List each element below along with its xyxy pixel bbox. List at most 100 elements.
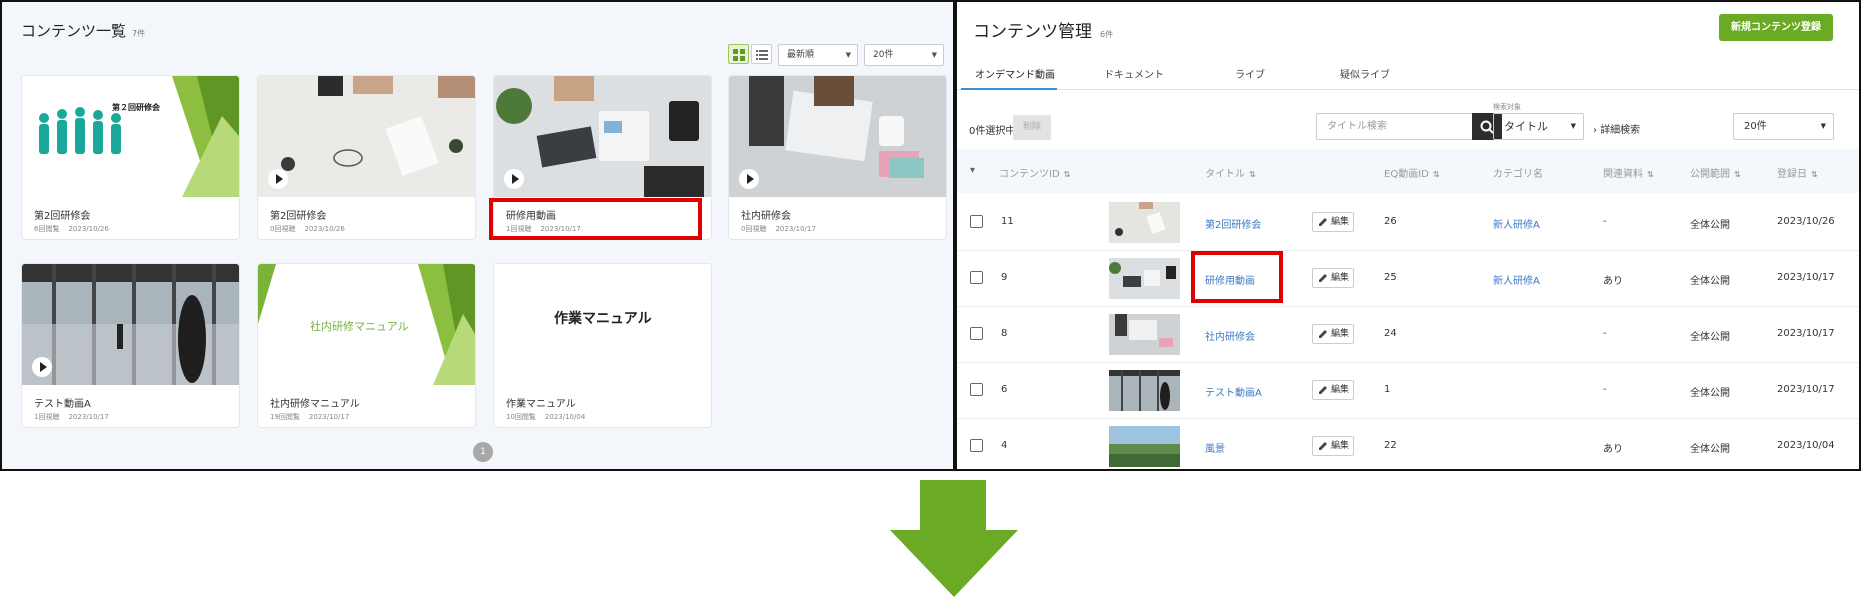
card-meta: 1回視聴 2023/10/17 (34, 412, 118, 422)
cell-related: - (1603, 328, 1607, 339)
column-header-title[interactable]: タイトル ⇅ (1205, 165, 1256, 180)
cell-category-link[interactable]: 新人研修A (1493, 272, 1540, 287)
chevron-down-icon: ▼ (931, 51, 937, 59)
card-date: 2023/10/17 (775, 225, 816, 233)
sort-icon: ⇅ (1063, 170, 1071, 179)
delete-button[interactable]: 削除 (1013, 115, 1051, 140)
content-card[interactable]: テスト動画A 1回視聴 2023/10/17 (22, 264, 239, 427)
cell-content-id: 4 (1001, 440, 1008, 451)
play-icon (739, 169, 759, 189)
content-card[interactable]: 作業マニュアル 作業マニュアル 10回閲覧 2023/10/04 (494, 264, 711, 427)
edit-button[interactable]: 編集 (1312, 380, 1354, 400)
search-icon (1480, 120, 1494, 134)
tab-document[interactable]: ドキュメント (1104, 66, 1164, 81)
column-label: カテゴリ名 (1493, 169, 1543, 180)
advanced-search-link[interactable]: › 詳細検索 (1593, 121, 1640, 136)
down-arrow-icon (890, 480, 1018, 597)
row-checkbox[interactable] (970, 327, 983, 340)
search-target-value: タイトル (1504, 120, 1548, 133)
table-header: ▾ コンテンツID ⇅ タイトル ⇅ EQ動画ID ⇅ カテゴリ名 関連資料 ⇅ 公開範… (957, 149, 1859, 193)
content-card[interactable]: 社内研修マニュアル 社内研修マニュアル 19回閲覧 2023/10/17 (258, 264, 475, 427)
thumbnail-text: 作業マニュアル (554, 311, 652, 327)
cell-scope: 全体公開 (1690, 444, 1730, 455)
cell-related: あり (1603, 444, 1623, 455)
column-header-eq-id[interactable]: EQ動画ID ⇅ (1384, 165, 1440, 180)
search-target-select[interactable]: タイトル ▼ (1493, 113, 1584, 140)
per-page-select[interactable]: 20件 ▼ (1733, 113, 1834, 140)
table-row: 11 第2回研修会 編集 26 新人研修A - 全体公開 2023/10/26 (957, 195, 1859, 251)
card-views: 0回視聴 (270, 225, 296, 233)
pencil-icon (1319, 274, 1327, 282)
cell-date: 2023/10/26 (1777, 216, 1835, 227)
content-count: 6件 (1100, 30, 1114, 39)
column-header-related[interactable]: 関連資料 ⇅ (1603, 165, 1654, 180)
list-icon (756, 50, 768, 60)
tab-bar: オンデマンド動画 ドキュメント ライブ 疑似ライブ (957, 58, 1859, 90)
pencil-icon (1319, 442, 1327, 450)
table-row: 8 社内研修会 編集 24 - 全体公開 2023/10/17 (957, 307, 1859, 363)
column-label: 公開範囲 (1690, 169, 1730, 180)
sort-icon: ⇅ (1734, 170, 1741, 179)
video-thumbnail-image (22, 264, 239, 385)
edit-label: 編集 (1331, 385, 1350, 395)
edit-button[interactable]: 編集 (1312, 324, 1354, 344)
sort-icon: ⇅ (1811, 170, 1818, 179)
thumbnail-text: 第２回研修会 (112, 103, 160, 112)
video-thumbnail-image (258, 76, 475, 197)
content-card[interactable]: 第2回研修会 0回視聴 2023/10/26 (258, 76, 475, 239)
new-content-button[interactable]: 新規コンテンツ登録 (1719, 14, 1833, 41)
cell-title-link[interactable]: 風景 (1205, 440, 1225, 455)
edit-button[interactable]: 編集 (1312, 212, 1354, 232)
column-label: 関連資料 (1603, 169, 1643, 180)
row-checkbox[interactable] (970, 215, 983, 228)
row-checkbox[interactable] (970, 439, 983, 452)
card-thumbnail: 作業マニュアル (494, 264, 711, 385)
content-card[interactable]: 社内研修会 0回視聴 2023/10/17 (729, 76, 946, 239)
page-title: コンテンツ管理 6件 (973, 17, 1113, 42)
row-thumbnail (1109, 202, 1180, 243)
edit-button[interactable]: 編集 (1312, 436, 1354, 456)
cell-scope: 全体公開 (1690, 332, 1730, 343)
cell-related: - (1603, 384, 1607, 395)
tab-on-demand-video[interactable]: オンデマンド動画 (975, 66, 1055, 81)
title-search-input[interactable]: タイトル検索 (1316, 113, 1472, 140)
advanced-search-label: 詳細検索 (1600, 125, 1641, 136)
content-list-panel: コンテンツ一覧 7件 最新順 ▼ 20件 ▼ 第２回研修会 第2回研修会 6回閲… (0, 0, 955, 471)
card-views: 0回視聴 (741, 225, 767, 233)
card-date: 2023/10/26 (68, 225, 109, 233)
tab-pseudo-live[interactable]: 疑似ライブ (1340, 66, 1390, 81)
play-icon (504, 169, 524, 189)
per-page-select[interactable]: 20件 ▼ (864, 44, 944, 66)
cell-scope: 全体公開 (1690, 388, 1730, 399)
expand-all-icon[interactable]: ▾ (970, 165, 975, 176)
pencil-icon (1319, 386, 1327, 394)
card-thumbnail (258, 76, 475, 197)
content-card[interactable]: 第２回研修会 第2回研修会 6回閲覧 2023/10/26 (22, 76, 239, 239)
play-icon (268, 169, 288, 189)
content-count: 7件 (132, 29, 146, 38)
grid-view-button[interactable] (728, 44, 749, 64)
card-thumbnail: 第２回研修会 (22, 76, 239, 197)
cell-eq-id: 25 (1384, 272, 1397, 283)
column-header-scope[interactable]: 公開範囲 ⇅ (1690, 165, 1741, 180)
cell-category-link[interactable]: 新人研修A (1493, 216, 1540, 231)
column-label: コンテンツID (999, 169, 1060, 180)
row-checkbox[interactable] (970, 383, 983, 396)
tab-live[interactable]: ライブ (1235, 66, 1265, 81)
card-title: 第2回研修会 (34, 211, 91, 222)
cell-title-link[interactable]: テスト動画A (1205, 384, 1262, 399)
row-checkbox[interactable] (970, 271, 983, 284)
column-header-category: カテゴリ名 (1493, 165, 1543, 180)
column-header-date[interactable]: 登録日 ⇅ (1777, 165, 1818, 180)
column-header-content-id[interactable]: コンテンツID ⇅ (999, 165, 1070, 180)
edit-label: 編集 (1331, 329, 1350, 339)
pagination-page-button[interactable]: 1 (473, 442, 493, 462)
list-view-button[interactable] (751, 44, 772, 64)
column-label: EQ動画ID (1384, 169, 1429, 180)
card-thumbnail: 社内研修マニュアル (258, 264, 475, 385)
cell-title-link[interactable]: 社内研修会 (1205, 328, 1255, 343)
cell-title-link[interactable]: 第2回研修会 (1205, 216, 1261, 231)
edit-button[interactable]: 編集 (1312, 268, 1354, 288)
sort-select[interactable]: 最新順 ▼ (778, 44, 858, 66)
cell-content-id: 11 (1001, 216, 1014, 227)
